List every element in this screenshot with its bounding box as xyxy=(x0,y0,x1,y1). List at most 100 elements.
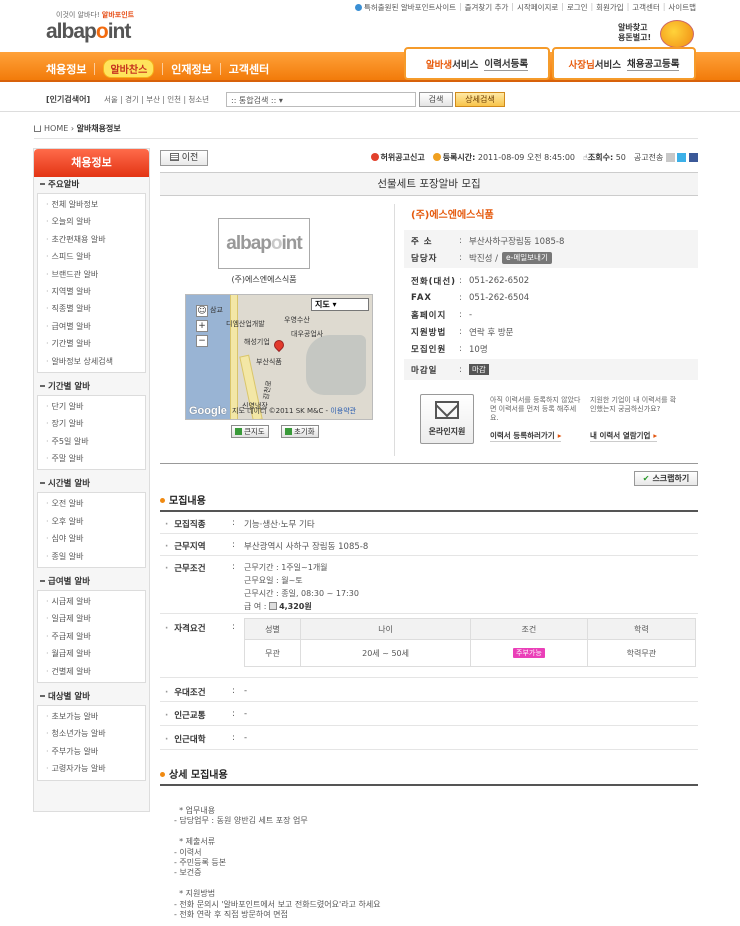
sidebar-item[interactable]: 심야 알바 xyxy=(38,530,145,547)
address-value: 부산사하구장림동 1085-8 xyxy=(469,236,565,247)
apply-method-value: 연락 후 방문 xyxy=(469,327,514,338)
facebook-icon[interactable] xyxy=(689,153,698,162)
sidebar-item[interactable]: 알바정보 상세검색 xyxy=(38,353,145,370)
top-utility-links: 특허출원된 알바포인트사이트 | 즐겨찾기 추가 | 시작페이지로 | 로그인 … xyxy=(354,2,696,13)
site-logo[interactable]: albapoint xyxy=(46,20,131,44)
sidebar-item[interactable]: 종일 알바 xyxy=(38,548,145,565)
sidebar-item[interactable]: 오전 알바 xyxy=(38,495,145,512)
signup-link[interactable]: 회원가입 xyxy=(596,2,624,13)
pegman-icon[interactable]: ☺ xyxy=(196,305,208,317)
work-area-row: 근무지역:부산광역시 사하구 장림동 1085-8 xyxy=(160,534,698,556)
sidebar-item[interactable]: 기간별 알바 xyxy=(38,335,145,352)
promo-badge[interactable]: 알바찾고 용돈벌고! xyxy=(618,20,696,48)
search-bar: [인기검색어] 서울 | 경기 | 부산 | 인천 | 청소년 :: 통합검색 … xyxy=(0,88,740,112)
sidebar-group: 시간별 알바오전 알바오후 알바심야 알바종일 알바 xyxy=(37,476,146,569)
sidebar-item[interactable]: 주5일 알바 xyxy=(38,433,145,450)
sidebar-item[interactable]: 전체 알바정보 xyxy=(38,196,145,213)
twitter-icon[interactable] xyxy=(677,153,687,162)
sidebar-group-head: 대상별 알바 xyxy=(37,689,146,705)
fax-label: FAX xyxy=(411,292,432,303)
report-button[interactable]: 허위공고신고 xyxy=(370,152,425,163)
sidebar-group-head: 주요알바 xyxy=(37,177,146,193)
map-terms-link[interactable]: 이용약관 xyxy=(330,407,356,415)
pay: 급 여 : 4,320원 xyxy=(244,602,312,611)
alba-service-title-a: 알바생 xyxy=(425,59,453,71)
send-email-button[interactable]: e-메일보내기 xyxy=(502,251,552,264)
sidebar-item[interactable]: 스피드 알바 xyxy=(38,248,145,265)
envelope-icon xyxy=(435,401,459,419)
resume-viewers-link[interactable]: 내 이력서 열람기업 ▸ xyxy=(590,430,658,442)
search-category-select[interactable]: :: 통합검색 :: ▾ xyxy=(226,92,416,107)
list-icon xyxy=(169,153,179,161)
apply-note-resume: 아직 이력서를 등록하지 않았다면 이력서를 먼저 등록 해주세요. xyxy=(490,396,581,422)
sidebar-item[interactable]: 주부가능 알바 xyxy=(38,743,145,760)
headcount-value: 10명 xyxy=(469,344,488,355)
company-caption: (주)에스엔에스식품 xyxy=(231,275,297,284)
alba-service-box: 알바생서비스 이력서등록 xyxy=(404,47,550,80)
arrow-right-icon: ▸ xyxy=(653,431,658,440)
search-button[interactable]: 검색 xyxy=(419,92,453,107)
clock-icon xyxy=(432,153,441,161)
sidebar-item[interactable]: 주말 알바 xyxy=(38,450,145,467)
sidebar-item[interactable]: 지역별 알바 xyxy=(38,283,145,300)
post-meta: 허위공고신고 등록시간: 2011-08-09 오전 8:45:00 ☝조회수:… xyxy=(370,152,698,163)
sidebar-item[interactable]: 오후 알바 xyxy=(38,513,145,530)
sidebar-item[interactable]: 급여별 알바 xyxy=(38,318,145,335)
sidebar-title: 채용정보 xyxy=(34,149,149,177)
startpage-link[interactable]: 시작페이지로 xyxy=(517,2,558,13)
sidebar-item[interactable]: 고령자가능 알바 xyxy=(38,760,145,777)
nav-talent[interactable]: 인재정보 xyxy=(171,61,211,77)
sidebar-item[interactable]: 직종별 알바 xyxy=(38,300,145,317)
nav-alba-chance[interactable]: 알바찬스 xyxy=(103,59,155,78)
sidebar-item[interactable]: 브랜드관 알바 xyxy=(38,266,145,283)
detail-search-button[interactable]: 상세검색 xyxy=(455,92,505,107)
sidebar-group: 주요알바전체 알바정보오늘의 알바초간편채용 알바스피드 알바브랜드관 알바지역… xyxy=(37,177,146,373)
sidebar-item[interactable]: 초간편채용 알바 xyxy=(38,231,145,248)
nav-jobs[interactable]: 채용정보 xyxy=(46,61,86,77)
phone-value: 051-262-6502 xyxy=(469,275,530,286)
bookmark-link[interactable]: 즐겨찾기 추가 xyxy=(465,2,509,13)
zoom-out-button[interactable]: − xyxy=(196,335,208,347)
view-count: ☝조회수: 50 xyxy=(583,153,626,162)
me2day-icon[interactable] xyxy=(665,153,675,162)
sidebar-item[interactable]: 주급제 알바 xyxy=(38,628,145,645)
job-post-register-link[interactable]: 채용공고등록 xyxy=(627,56,680,71)
register-resume-link[interactable]: 이력서 등록하러가기 ▸ xyxy=(490,430,562,442)
sidebar-list: 오전 알바오후 알바심야 알바종일 알바 xyxy=(37,492,146,569)
sidebar-item[interactable]: 오늘의 알바 xyxy=(38,213,145,230)
map-type-select[interactable]: 지도 ▾ xyxy=(311,298,369,311)
resume-register-link[interactable]: 이력서등록 xyxy=(484,56,529,71)
big-map-button[interactable]: 큰지도 xyxy=(231,425,269,438)
preference-row: 우대조건:- xyxy=(160,678,698,702)
map-reset-button[interactable]: 초기화 xyxy=(281,425,319,438)
sidebar-group: 급여별 알바시급제 알바일급제 알바주급제 알바월급제 알바건별제 알바 xyxy=(37,574,146,683)
sidebar-item[interactable]: 월급제 알바 xyxy=(38,645,145,662)
post-title: 선물세트 포장알바 모집 xyxy=(160,172,698,196)
sidebar-list: 전체 알바정보오늘의 알바초간편채용 알바스피드 알바브랜드관 알바지역별 알바… xyxy=(37,193,146,373)
university-row: 인근대학:- xyxy=(160,726,698,750)
login-link[interactable]: 로그인 xyxy=(567,2,588,13)
sidebar-list: 단기 알바장기 알바주5일 알바주말 알바 xyxy=(37,394,146,471)
sidebar-item[interactable]: 건별제 알바 xyxy=(38,663,145,680)
location-map[interactable]: 삼교 디엠산업개발 우영수산 대우공업사 해성기업 부산식품 신영냉장 감천로 … xyxy=(185,294,373,420)
sidebar-item[interactable]: 시급제 알바 xyxy=(38,593,145,610)
zoom-in-button[interactable]: + xyxy=(196,320,208,332)
sitemap-link[interactable]: 사이트맵 xyxy=(668,2,696,13)
company-name: (주)에스엔에스식품 xyxy=(411,210,494,221)
nav-support[interactable]: 고객센터 xyxy=(229,61,269,77)
patent-link[interactable]: 특허출원된 알바포인트사이트 xyxy=(354,2,456,13)
map-pin-icon[interactable] xyxy=(271,337,287,353)
sidebar-group-head: 급여별 알바 xyxy=(37,574,146,590)
scrap-button[interactable]: ✔ 스크랩하기 xyxy=(634,471,698,486)
popular-keywords[interactable]: 서울 | 경기 | 부산 | 인천 | 청소년 xyxy=(104,94,209,105)
prev-button[interactable]: 이전 xyxy=(160,150,208,166)
qual-education: 학력무관 xyxy=(586,639,697,667)
breadcrumb-home[interactable]: HOME xyxy=(44,124,68,133)
sidebar-item[interactable]: 초보가능 알바 xyxy=(38,708,145,725)
sidebar-item[interactable]: 일급제 알바 xyxy=(38,610,145,627)
sidebar-item[interactable]: 청소년가능 알바 xyxy=(38,725,145,742)
online-apply-button[interactable]: 온라인지원 xyxy=(420,394,474,444)
sidebar-item[interactable]: 장기 알바 xyxy=(38,415,145,432)
support-link[interactable]: 고객센터 xyxy=(632,2,660,13)
sidebar-item[interactable]: 단기 알바 xyxy=(38,398,145,415)
